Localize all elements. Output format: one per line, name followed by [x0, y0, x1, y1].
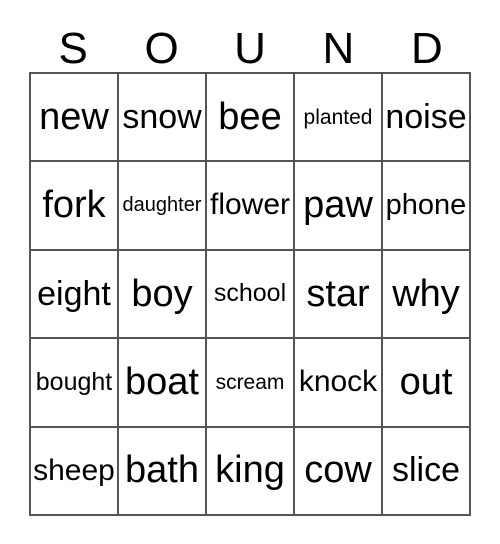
- header-letter-4: N: [322, 24, 355, 73]
- header-letter-1: S: [58, 24, 88, 73]
- bingo-cell-label: bee: [218, 95, 282, 138]
- bingo-cell[interactable]: planted: [295, 74, 383, 163]
- bingo-row: new snow bee planted noise: [31, 74, 471, 163]
- bingo-cell[interactable]: fork: [31, 162, 119, 251]
- bingo-cell[interactable]: school: [207, 250, 295, 340]
- bingo-cell[interactable]: paw: [295, 162, 383, 251]
- bingo-header-letters: S O U N D: [29, 16, 471, 72]
- bingo-row: fork daughter flower paw phone: [31, 162, 471, 251]
- bingo-card: S O U N D new snow bee planted noise for…: [0, 0, 500, 544]
- bingo-cell[interactable]: noise: [383, 74, 471, 163]
- bingo-cell-label: new: [39, 95, 109, 138]
- bingo-cell-label: flower: [209, 188, 291, 222]
- bingo-cell-label: eight: [37, 274, 111, 313]
- bingo-cell-label: why: [392, 272, 460, 315]
- bingo-cell-label: king: [215, 449, 285, 492]
- bingo-cell-label: scream: [215, 370, 285, 394]
- bingo-row: sheep bath king cow slice: [31, 427, 471, 517]
- bingo-cell[interactable]: bought: [31, 339, 119, 428]
- bingo-cell-label: school: [213, 279, 287, 308]
- header-letter-3: U: [234, 24, 266, 73]
- bingo-cell-label: planted: [303, 105, 373, 129]
- bingo-cell[interactable]: star: [295, 250, 383, 340]
- bingo-cell-label: slice: [391, 451, 461, 490]
- bingo-cell-label: out: [399, 361, 453, 404]
- bingo-cell-label: phone: [385, 188, 467, 221]
- bingo-cell[interactable]: slice: [383, 427, 471, 517]
- bingo-cell[interactable]: knock: [295, 339, 383, 428]
- bingo-cell[interactable]: out: [383, 339, 471, 428]
- bingo-cell[interactable]: cow: [295, 427, 383, 517]
- bingo-cell[interactable]: scream: [207, 339, 295, 428]
- bingo-cell-label: snow: [122, 97, 202, 136]
- bingo-cell-label: bought: [35, 367, 113, 396]
- bingo-cell[interactable]: daughter: [119, 162, 207, 251]
- bingo-cell-label: paw: [303, 184, 373, 227]
- bingo-cell[interactable]: boat: [119, 339, 207, 428]
- bingo-cell[interactable]: new: [31, 74, 119, 163]
- bingo-cell[interactable]: bee: [207, 74, 295, 163]
- bingo-cell-label: star: [306, 272, 370, 315]
- bingo-cell[interactable]: flower: [207, 162, 295, 251]
- bingo-grid: new snow bee planted noise fork daughter…: [29, 72, 471, 517]
- bingo-cell-label: fork: [42, 184, 106, 227]
- bingo-cell[interactable]: boy: [119, 250, 207, 340]
- bingo-cell-label: boat: [125, 361, 199, 404]
- bingo-cell[interactable]: king: [207, 427, 295, 517]
- bingo-cell[interactable]: snow: [119, 74, 207, 163]
- bingo-cell-label: cow: [304, 449, 372, 492]
- bingo-cell-label: noise: [385, 97, 467, 136]
- bingo-cell[interactable]: bath: [119, 427, 207, 517]
- bingo-cell[interactable]: phone: [383, 162, 471, 251]
- bingo-cell[interactable]: why: [383, 250, 471, 340]
- bingo-row: eight boy school star why: [31, 250, 471, 340]
- bingo-cell-label: boy: [131, 272, 193, 315]
- header-letter-5: D: [410, 24, 443, 73]
- bingo-cell[interactable]: eight: [31, 250, 119, 340]
- bingo-cell-label: daughter: [122, 194, 202, 217]
- bingo-row: bought boat scream knock out: [31, 339, 471, 428]
- bingo-cell[interactable]: sheep: [31, 427, 119, 517]
- bingo-cell-label: bath: [125, 449, 199, 492]
- header-letter-2: O: [144, 24, 179, 73]
- bingo-cell-label: sheep: [33, 453, 115, 487]
- bingo-cell-label: knock: [298, 365, 378, 399]
